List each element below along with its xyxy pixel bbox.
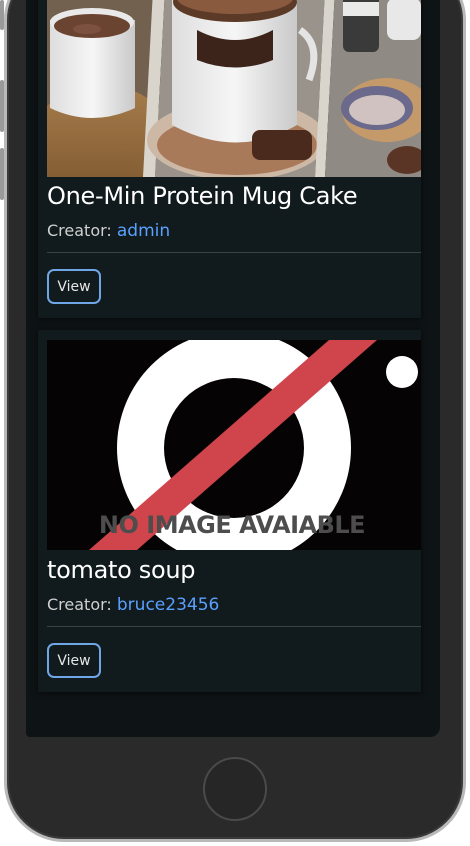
app-screen: One-Min Protein Mug Cake Creator: admin … bbox=[26, 0, 440, 737]
recipe-creator: Creator: admin bbox=[47, 221, 170, 241]
creator-link[interactable]: bruce23456 bbox=[117, 595, 219, 615]
recipe-card: NO IMAGE AVAIABLE tomato soup Creator: b… bbox=[38, 330, 421, 692]
card-divider bbox=[47, 252, 421, 253]
recipe-creator: Creator: bruce23456 bbox=[47, 595, 219, 615]
home-button[interactable] bbox=[203, 757, 267, 821]
recipe-card: One-Min Protein Mug Cake Creator: admin … bbox=[38, 0, 421, 318]
phone-side-button bbox=[0, 0, 4, 30]
phone-volume-up-button bbox=[0, 80, 4, 132]
recipe-title[interactable]: tomato soup bbox=[47, 556, 196, 584]
creator-label: Creator: bbox=[47, 595, 112, 614]
no-image-text: NO IMAGE AVAIABLE bbox=[99, 511, 365, 539]
recipe-image bbox=[47, 0, 421, 177]
no-image-placeholder: NO IMAGE AVAIABLE bbox=[47, 340, 421, 550]
card-divider bbox=[47, 626, 421, 627]
recipe-title[interactable]: One-Min Protein Mug Cake bbox=[47, 182, 358, 210]
creator-label: Creator: bbox=[47, 221, 112, 240]
creator-link[interactable]: admin bbox=[117, 221, 170, 241]
view-button[interactable]: View bbox=[47, 269, 101, 304]
phone-volume-down-button bbox=[0, 148, 4, 200]
view-button[interactable]: View bbox=[47, 643, 101, 678]
